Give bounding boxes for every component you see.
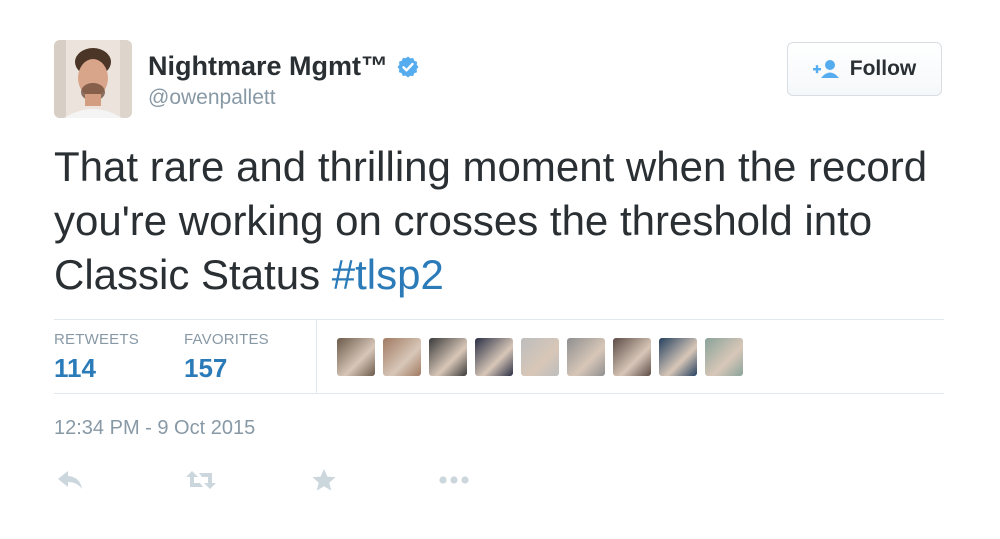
favoriter-avatar[interactable] <box>337 338 375 376</box>
tweet-body: That rare and thrilling moment when the … <box>54 143 928 298</box>
user-avatar[interactable] <box>54 40 132 118</box>
follow-button[interactable]: Follow <box>787 42 942 96</box>
favoriter-avatar[interactable] <box>567 338 605 376</box>
retweet-button[interactable] <box>185 466 217 494</box>
retweets-label: RETWEETS <box>54 331 139 348</box>
stats-divider <box>316 319 317 393</box>
favoriter-avatar[interactable] <box>705 338 743 376</box>
favoriter-avatar[interactable] <box>521 338 559 376</box>
retweets-stat[interactable]: RETWEETS 114 <box>54 331 139 384</box>
retweets-count: 114 <box>54 353 96 383</box>
favorite-button[interactable] <box>308 466 340 494</box>
hashtag-link[interactable]: #tlsp2 <box>332 251 444 298</box>
favoriter-avatar[interactable] <box>613 338 651 376</box>
add-user-icon <box>812 60 839 78</box>
favorites-count: 157 <box>184 353 228 383</box>
divider-top <box>54 319 944 320</box>
favoriter-avatar[interactable] <box>659 338 697 376</box>
more-icon <box>439 476 469 484</box>
star-icon <box>312 469 336 491</box>
divider-bottom <box>54 393 944 394</box>
verified-badge-icon <box>397 56 419 77</box>
user-name-row: Nightmare Mgmt™ <box>148 51 420 82</box>
favorites-stat[interactable]: FAVORITES 157 <box>184 331 269 384</box>
reply-button[interactable] <box>54 466 86 494</box>
favoriter-avatar[interactable] <box>475 338 513 376</box>
favoriter-avatar[interactable] <box>383 338 421 376</box>
retweet-icon <box>186 471 216 489</box>
favoriter-avatar[interactable] <box>429 338 467 376</box>
favorites-label: FAVORITES <box>184 331 269 348</box>
tweet-timestamp[interactable]: 12:34 PM - 9 Oct 2015 <box>54 417 255 440</box>
favoriter-avatars <box>337 338 751 376</box>
reply-icon <box>58 471 82 489</box>
tweet-text: That rare and thrilling moment when the … <box>54 140 954 302</box>
follow-button-label: Follow <box>849 57 917 80</box>
display-name[interactable]: Nightmare Mgmt™ <box>148 51 388 82</box>
user-handle[interactable]: @owenpallett <box>148 86 276 110</box>
more-button[interactable] <box>438 466 470 494</box>
